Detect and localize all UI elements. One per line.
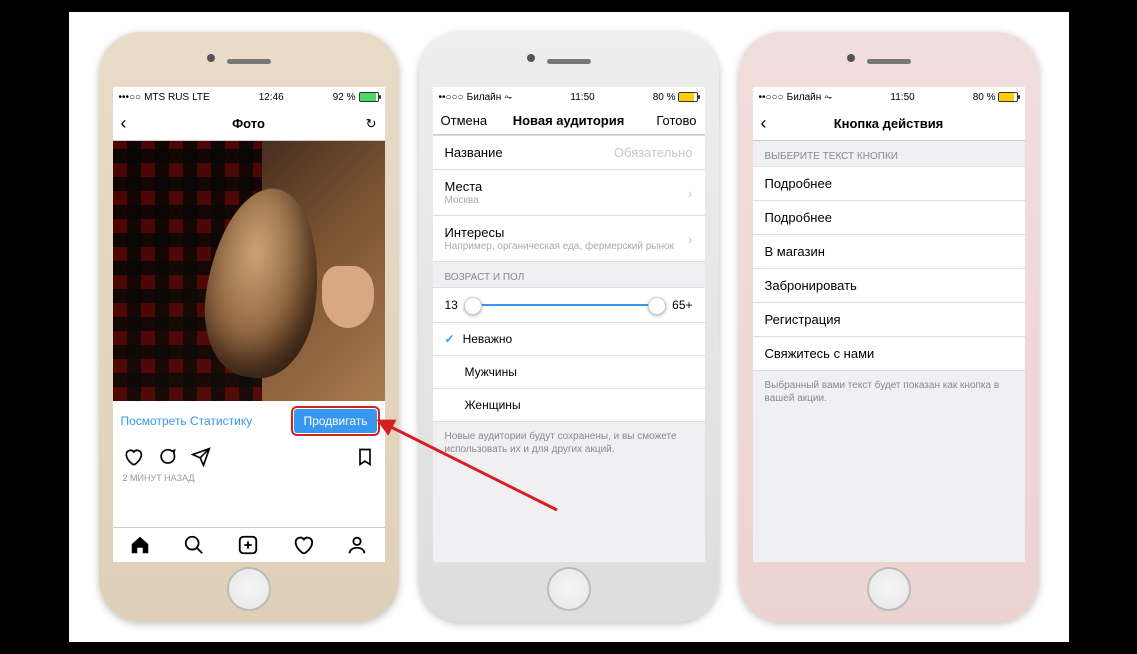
tab-bar [113,527,385,562]
cta-option[interactable]: Свяжитесь с нами [753,337,1025,371]
back-icon[interactable]: ‹ [761,113,809,134]
post-image[interactable] [113,141,385,401]
timestamp: 2 МИНУТ НАЗАД [113,473,385,489]
status-bar: •••○○MTS RUSLTE 12:46 92 % [113,87,385,107]
cta-option[interactable]: Регистрация [753,303,1025,337]
home-button[interactable] [227,567,271,611]
view-stats-link[interactable]: Посмотреть Статистику [121,414,253,428]
back-icon[interactable]: ‹ [121,113,169,134]
page-title: Новая аудитория [513,113,625,128]
interests-field[interactable]: ИнтересыНапример, органическая еда, ферм… [433,216,705,262]
activity-icon[interactable] [292,534,314,556]
page-title: Кнопка действия [834,116,944,131]
cancel-button[interactable]: Отмена [441,113,489,128]
gender-female[interactable]: Женщины [433,389,705,422]
phone-1: •••○○MTS RUSLTE 12:46 92 % ‹ Фото ↻ Посм… [99,32,399,622]
refresh-icon[interactable]: ↻ [328,116,376,132]
cta-option[interactable]: Подробнее [753,201,1025,235]
heart-icon[interactable] [123,447,143,467]
name-field[interactable]: Название Обязательно [433,135,705,170]
navbar: ‹ Кнопка действия [753,107,1025,141]
section-header: ВЫБЕРИТЕ ТЕКСТ КНОПКИ [753,141,1025,166]
gender-any[interactable]: ✓Неважно [433,323,705,356]
post-actions [113,441,385,473]
section-header: ВОЗРАСТ И ПОЛ [433,262,705,287]
page-title: Фото [232,116,265,131]
phone-2: ••○○○Билайн⏦ 11:50 80 % Отмена Новая ауд… [419,32,719,622]
profile-icon[interactable] [346,534,368,556]
cta-option[interactable]: Забронировать [753,269,1025,303]
chevron-right-icon: › [688,231,693,247]
home-button[interactable] [547,567,591,611]
bookmark-icon[interactable] [355,447,375,467]
done-button[interactable]: Готово [649,113,697,128]
places-field[interactable]: МестаМосква › [433,170,705,216]
add-icon[interactable] [237,534,259,556]
age-slider[interactable]: 13 65+ [433,287,705,323]
cta-option[interactable]: Подробнее [753,166,1025,201]
promote-button[interactable]: Продвигать [294,409,376,433]
comment-icon[interactable] [157,447,177,467]
footer-note: Выбранный вами текст будет показан как к… [753,371,1025,413]
status-bar: ••○○○Билайн⏦ 11:50 80 % [753,87,1025,107]
share-icon[interactable] [191,447,211,467]
footer-note: Новые аудитории будут сохранены, и вы см… [433,422,705,464]
cta-option[interactable]: В магазин [753,235,1025,269]
home-icon[interactable] [129,534,151,556]
gender-male[interactable]: Мужчины [433,356,705,389]
home-button[interactable] [867,567,911,611]
search-icon[interactable] [183,534,205,556]
navbar: ‹ Фото ↻ [113,107,385,141]
navbar: Отмена Новая аудитория Готово [433,107,705,135]
status-bar: ••○○○Билайн⏦ 11:50 80 % [433,87,705,107]
phone-3: ••○○○Билайн⏦ 11:50 80 % ‹ Кнопка действи… [739,32,1039,622]
chevron-right-icon: › [688,185,693,201]
